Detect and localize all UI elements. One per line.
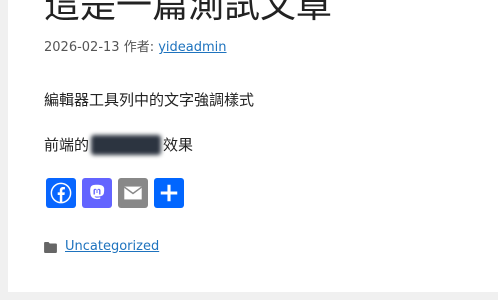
folder-icon <box>44 241 57 253</box>
share-plus-icon <box>160 184 178 202</box>
category-link[interactable]: Uncategorized <box>65 238 159 256</box>
mastodon-share-button[interactable] <box>82 178 112 208</box>
post-date: 2026-02-13 <box>44 40 120 55</box>
author-link[interactable]: yideadmin <box>158 40 226 55</box>
email-share-button[interactable] <box>118 178 148 208</box>
post-paragraph-2: 前端的 效果 <box>44 135 193 155</box>
author-prefix: 作者: <box>123 40 155 55</box>
paragraph-text-before: 前端的 <box>44 136 90 154</box>
share-buttons <box>46 178 184 208</box>
post-card: 這是一篇測試文章 2026-02-13 作者: yideadmin 編輯器工具列… <box>8 0 498 292</box>
mastodon-icon <box>90 184 105 200</box>
facebook-share-button[interactable] <box>46 178 76 208</box>
post-title: 這是一篇測試文章 <box>44 0 333 26</box>
blurred-text <box>91 135 162 155</box>
share-plus-button[interactable] <box>154 178 184 208</box>
post-category: Uncategorized <box>44 238 159 256</box>
post-paragraph: 編輯器工具列中的文字強調樣式 <box>44 91 255 109</box>
post-meta: 2026-02-13 作者: yideadmin <box>44 39 227 57</box>
facebook-icon <box>50 182 72 204</box>
paragraph-text-after: 效果 <box>163 136 194 154</box>
email-icon <box>123 186 143 200</box>
